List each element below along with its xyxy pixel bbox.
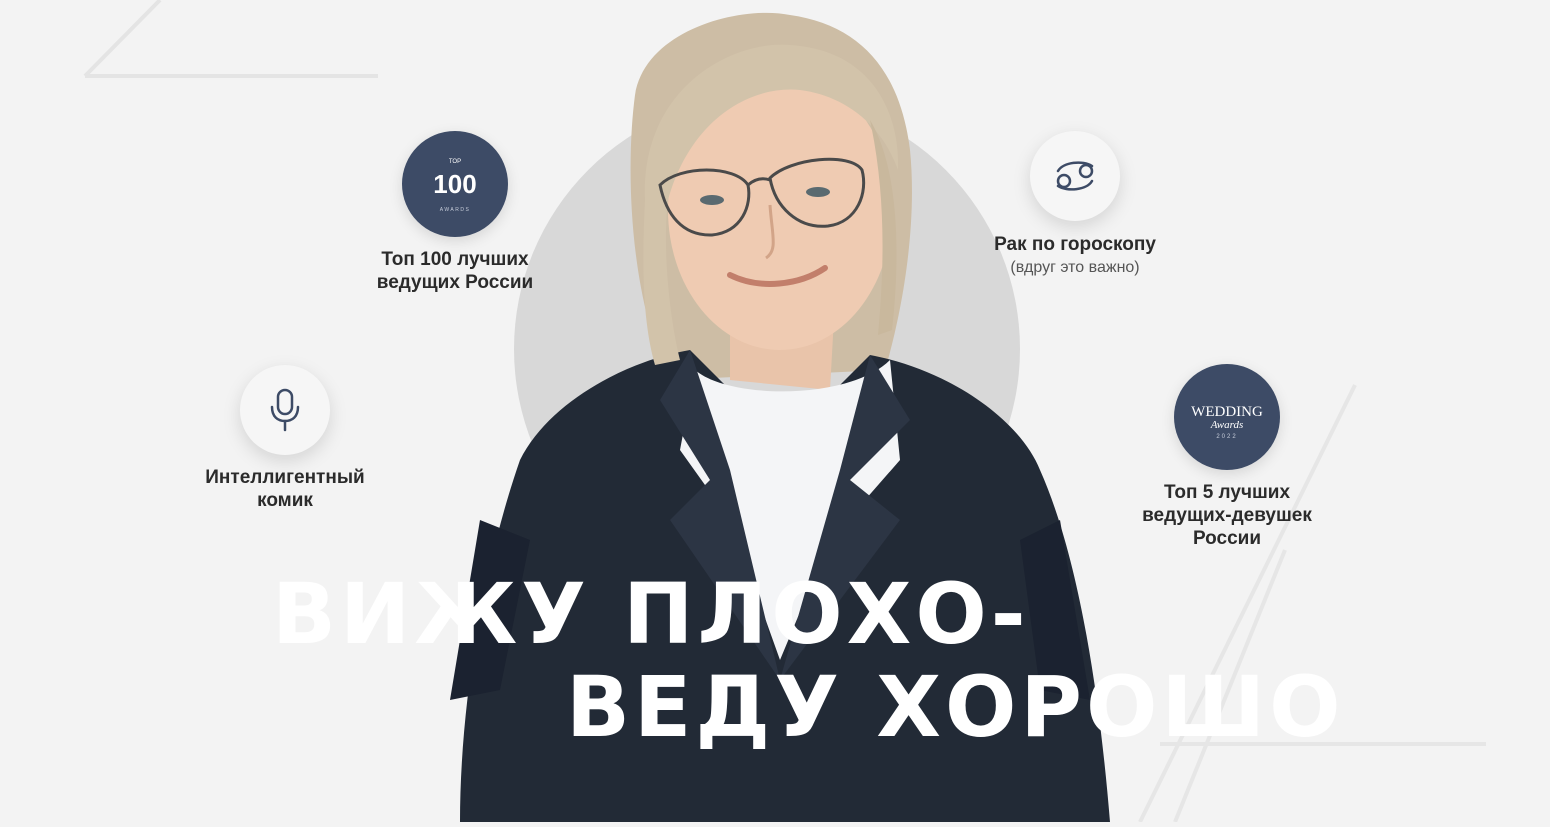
- top-100-awards-badge: TOP 100 AWARDS: [402, 131, 508, 237]
- svg-text:AWARDS: AWARDS: [440, 207, 471, 213]
- feature-wedding-line2: ведущих-девушек: [1142, 505, 1312, 526]
- svg-text:TOP: TOP: [449, 159, 461, 165]
- feature-comic-text: Интеллигентный комик: [185, 466, 385, 512]
- top-100-awards-icon: TOP 100 AWARDS: [433, 159, 476, 213]
- microphone-icon: [270, 388, 300, 432]
- svg-text:100: 100: [433, 169, 476, 199]
- headline-line1: ВИЖУ ПЛОХО-: [272, 565, 1030, 663]
- microphone-badge: [240, 365, 330, 455]
- feature-top100-text: Топ 100 лучших ведущих России: [355, 248, 555, 294]
- feature-wedding-line3: России: [1192, 528, 1262, 549]
- feature-comic-line1: Интеллигентный: [205, 467, 365, 488]
- zodiac-badge: [1030, 131, 1120, 221]
- headline-line2: ВЕДУ ХОРОШО: [566, 658, 1345, 756]
- svg-text:Awards: Awards: [1210, 419, 1244, 431]
- feature-wedding-text: Топ 5 лучших ведущих-девушек России: [1117, 481, 1337, 550]
- svg-text:2022: 2022: [1216, 434, 1237, 440]
- wedding-awards-icon: WEDDING Awards 2022: [1191, 404, 1263, 440]
- feature-wedding-line1: Топ 5 лучших: [1163, 482, 1291, 503]
- wedding-awards-badge: WEDDING Awards 2022: [1174, 364, 1280, 470]
- feature-zodiac-subtitle: (вдруг это важно): [1010, 259, 1140, 276]
- feature-top100-line1: Топ 100 лучших: [381, 249, 529, 270]
- feature-top100-line2: ведущих России: [376, 272, 534, 293]
- svg-text:WEDDING: WEDDING: [1191, 404, 1263, 420]
- decorative-lines-top-left: [40, 0, 390, 90]
- feature-zodiac-title: Рак по гороскопу: [994, 234, 1156, 255]
- cancer-zodiac-icon: [1056, 161, 1094, 191]
- feature-comic-line2: комик: [257, 490, 313, 511]
